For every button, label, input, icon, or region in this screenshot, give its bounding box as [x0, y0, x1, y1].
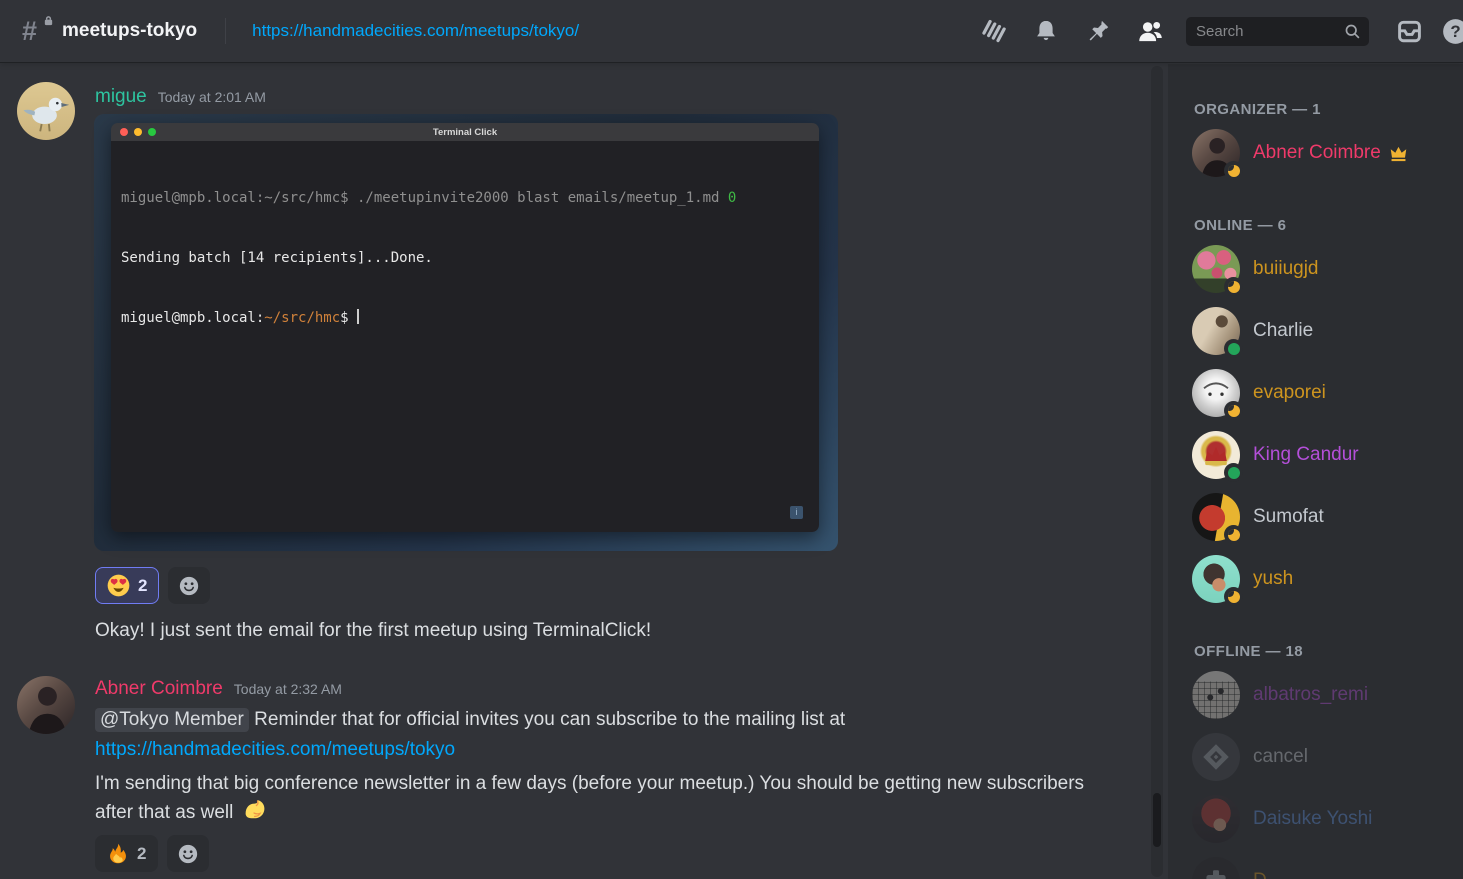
- channel-topic-link[interactable]: https://handmadecities.com/meetups/tokyo…: [252, 21, 579, 41]
- terminal-body: miguel@mpb.local:~/src/hmc$ ./meetupinvi…: [111, 141, 819, 532]
- terminal-window-title: Terminal Click: [111, 127, 819, 138]
- search-icon: [1344, 23, 1361, 40]
- help-icon[interactable]: ?: [1435, 14, 1463, 48]
- threads-icon[interactable]: [968, 14, 1020, 48]
- section-header-online: ONLINE — 6: [1194, 217, 1286, 234]
- add-reaction-button[interactable]: [167, 835, 209, 872]
- reaction-count: 2: [138, 576, 147, 596]
- avatar: [1192, 245, 1240, 293]
- reaction-heart-eyes[interactable]: 2: [95, 567, 159, 604]
- heart-eyes-emoji-icon: [107, 574, 130, 597]
- status-idle-icon: [1224, 401, 1243, 420]
- status-idle-icon: [1224, 161, 1243, 180]
- avatar: [1192, 129, 1240, 177]
- message-list: migue Today at 2:01 AM Terminal Click mi…: [0, 64, 1168, 879]
- message-text: @Tokyo Member Reminder that for official…: [95, 705, 845, 734]
- add-reaction-smiley-icon: [178, 575, 200, 597]
- member-list-icon[interactable]: [1124, 14, 1176, 48]
- avatar: [1192, 795, 1240, 843]
- add-reaction-button[interactable]: [168, 567, 210, 604]
- member-row-charlie[interactable]: Charlie: [1180, 303, 1452, 359]
- avatar: [1192, 493, 1240, 541]
- avatar: [1192, 733, 1240, 781]
- add-reaction-smiley-icon: [177, 843, 199, 865]
- status-idle-icon: [1224, 277, 1243, 296]
- timestamp: Today at 2:01 AM: [158, 89, 266, 105]
- fire-emoji-icon: [107, 842, 129, 865]
- username-abner-coimbre[interactable]: Abner Coimbre: [95, 678, 223, 700]
- person-avatar-art: [17, 676, 75, 734]
- avatar: [1192, 671, 1240, 719]
- member-row-king-candur[interactable]: King Candur: [1180, 427, 1452, 483]
- member-row-partial[interactable]: D: [1180, 853, 1452, 879]
- message-attachment-terminal-screenshot[interactable]: Terminal Click miguel@mpb.local:~/src/hm…: [94, 114, 838, 551]
- terminal-cursor: [357, 309, 359, 324]
- terminal-window: Terminal Click miguel@mpb.local:~/src/hm…: [111, 123, 819, 532]
- member-row-abner-coimbre[interactable]: Abner Coimbre: [1180, 125, 1452, 181]
- avatar: [1192, 555, 1240, 603]
- avatar-abner-coimbre[interactable]: [17, 676, 75, 734]
- reaction-count: 2: [137, 844, 146, 864]
- reactions-row: 2: [95, 567, 210, 604]
- section-header-organizer: ORGANIZER — 1: [1194, 101, 1321, 118]
- lock-icon: [43, 15, 54, 26]
- avatar: [1192, 369, 1240, 417]
- terminal-history-line: miguel@mpb.local:~/src/hmc$ ./meetupinvi…: [121, 188, 809, 208]
- username-migue[interactable]: migue: [95, 86, 147, 108]
- message-text: Okay! I just sent the email for the firs…: [95, 616, 651, 645]
- channel-hash-lock-icon: #: [22, 15, 52, 47]
- flexed-biceps-emoji-icon: [242, 798, 268, 824]
- bird-avatar-art: [17, 82, 75, 140]
- message-link[interactable]: https://handmadecities.com/meetups/tokyo: [95, 739, 455, 760]
- reaction-fire[interactable]: 2: [95, 835, 158, 872]
- terminal-exit-status: 0: [728, 190, 736, 206]
- terminal-info-badge: i: [790, 506, 803, 519]
- message-link-line: https://handmadecities.com/meetups/tokyo: [95, 735, 455, 764]
- member-row-albatros-remi[interactable]: albatros_remi: [1180, 667, 1452, 723]
- status-online-icon: [1224, 339, 1243, 358]
- discord-app: # meetups-tokyo https://handmadecities.c…: [0, 0, 1463, 879]
- message-text: I'm sending that big conference newslett…: [95, 769, 1085, 827]
- member-row-evaporei[interactable]: evaporei: [1180, 365, 1452, 421]
- inbox-icon[interactable]: [1383, 14, 1435, 48]
- status-online-icon: [1224, 463, 1243, 482]
- channel-name: meetups-tokyo: [62, 20, 197, 42]
- status-idle-icon: [1224, 587, 1243, 606]
- owner-crown-icon: [1389, 144, 1408, 163]
- member-row-buiiugjd[interactable]: buiiugjd: [1180, 241, 1452, 297]
- chat-scrollbar-thumb[interactable]: [1153, 793, 1161, 847]
- search-box[interactable]: [1186, 17, 1369, 46]
- status-idle-icon: [1224, 525, 1243, 544]
- reactions-row: 2: [95, 835, 209, 872]
- terminal-output-line: Sending batch [14 recipients]...Done.: [121, 248, 809, 268]
- terminal-titlebar: Terminal Click: [111, 123, 819, 141]
- channel-header: # meetups-tokyo https://handmadecities.c…: [0, 0, 1463, 63]
- member-row-cancel[interactable]: cancel: [1180, 729, 1452, 785]
- header-divider: [225, 18, 226, 44]
- avatar: [1192, 857, 1240, 879]
- role-mention[interactable]: @Tokyo Member: [95, 708, 249, 732]
- avatar: [1192, 431, 1240, 479]
- terminal-prompt-line: miguel@mpb.local:~/src/hmc$: [121, 308, 809, 328]
- timestamp: Today at 2:32 AM: [234, 681, 342, 697]
- pinned-messages-icon[interactable]: [1072, 14, 1124, 48]
- notifications-bell-icon[interactable]: [1020, 14, 1072, 48]
- search-input[interactable]: [1194, 22, 1344, 41]
- message-header: Abner Coimbre Today at 2:32 AM: [95, 678, 342, 700]
- avatar-migue[interactable]: [17, 82, 75, 140]
- message-header: migue Today at 2:01 AM: [95, 86, 266, 108]
- section-header-offline: OFFLINE — 18: [1194, 643, 1303, 660]
- avatar: [1192, 307, 1240, 355]
- chat-scrollbar-track: [1151, 66, 1163, 877]
- member-row-sumofat[interactable]: Sumofat: [1180, 489, 1452, 545]
- member-row-yush[interactable]: yush: [1180, 551, 1452, 607]
- member-list-sidebar: ORGANIZER — 1 Abner Coimbre ONLINE — 6 b…: [1168, 64, 1463, 879]
- help-glyph: ?: [1450, 22, 1460, 41]
- member-row-daisuke-yoshi[interactable]: Daisuke Yoshi: [1180, 791, 1452, 847]
